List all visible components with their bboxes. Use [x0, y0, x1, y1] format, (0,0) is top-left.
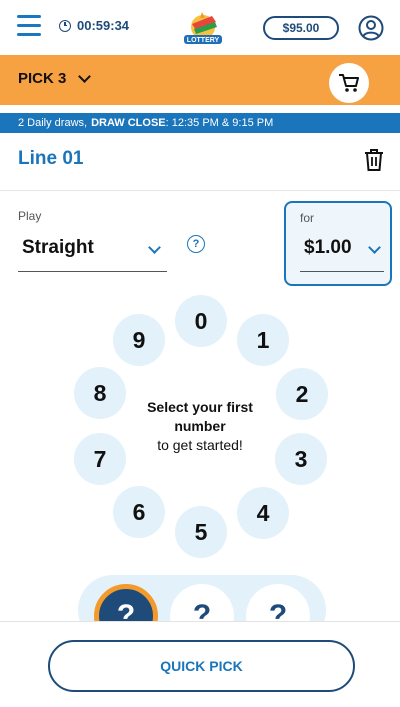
number-button-4[interactable]: 4: [237, 487, 289, 539]
number-button-1[interactable]: 1: [237, 314, 289, 366]
top-header: 00:59:34 LOTTERY $95.00: [0, 0, 400, 54]
account-icon[interactable]: [358, 15, 384, 41]
number-button-6[interactable]: 6: [113, 486, 165, 538]
logo-text: LOTTERY: [187, 37, 220, 44]
draw-close-label: DRAW CLOSE: [91, 117, 166, 129]
session-timer: 00:59:34: [59, 18, 129, 33]
help-icon[interactable]: ?: [187, 235, 205, 253]
number-button-8[interactable]: 8: [74, 367, 126, 419]
chevron-down-icon: [78, 69, 92, 83]
play-type-value: Straight: [22, 237, 94, 258]
chevron-down-icon: [148, 241, 161, 254]
number-button-9[interactable]: 9: [113, 314, 165, 366]
game-name: PICK 3: [18, 70, 67, 87]
play-type-dropdown[interactable]: Straight: [18, 229, 167, 272]
amount-dropdown[interactable]: for $1.00: [284, 201, 392, 286]
bottom-action-bar: QUICK PICK: [0, 621, 400, 707]
cart-icon: [339, 74, 359, 92]
dial-prompt-heading: Select your first number: [147, 399, 253, 434]
chevron-down-icon: [368, 241, 381, 254]
line-header: Line 01: [0, 133, 400, 191]
cart-button[interactable]: [329, 63, 369, 103]
dial-prompt: Select your first number to get started!: [130, 398, 270, 455]
draw-count: 2 Daily draws,: [18, 117, 88, 129]
balance-amount: $95.00: [282, 21, 320, 35]
number-button-3[interactable]: 3: [275, 433, 327, 485]
line-title: Line 01: [18, 148, 84, 169]
clock-icon: [59, 19, 71, 32]
draw-info-bar: 2 Daily draws, DRAW CLOSE : 12:35 PM & 9…: [0, 113, 400, 133]
quick-pick-button[interactable]: QUICK PICK: [48, 640, 355, 692]
number-button-2[interactable]: 2: [276, 368, 328, 420]
timer-text: 00:59:34: [77, 18, 130, 33]
game-bar: PICK 3: [0, 55, 400, 105]
amount-value: $1.00: [304, 237, 352, 258]
hamburger-menu-icon[interactable]: [17, 15, 41, 37]
amount-label: for: [300, 211, 315, 225]
balance-button[interactable]: $95.00: [263, 16, 339, 40]
game-selector-dropdown[interactable]: PICK 3: [18, 69, 92, 87]
lottery-logo[interactable]: LOTTERY: [182, 10, 224, 48]
amount-underline: [300, 271, 384, 272]
trash-icon[interactable]: [363, 148, 385, 172]
number-button-7[interactable]: 7: [74, 433, 126, 485]
number-button-5[interactable]: 5: [175, 506, 227, 558]
dial-prompt-subtext: to get started!: [157, 437, 243, 453]
number-button-0[interactable]: 0: [175, 295, 227, 347]
play-label: Play: [18, 209, 42, 223]
draw-times: : 12:35 PM & 9:15 PM: [165, 117, 274, 129]
